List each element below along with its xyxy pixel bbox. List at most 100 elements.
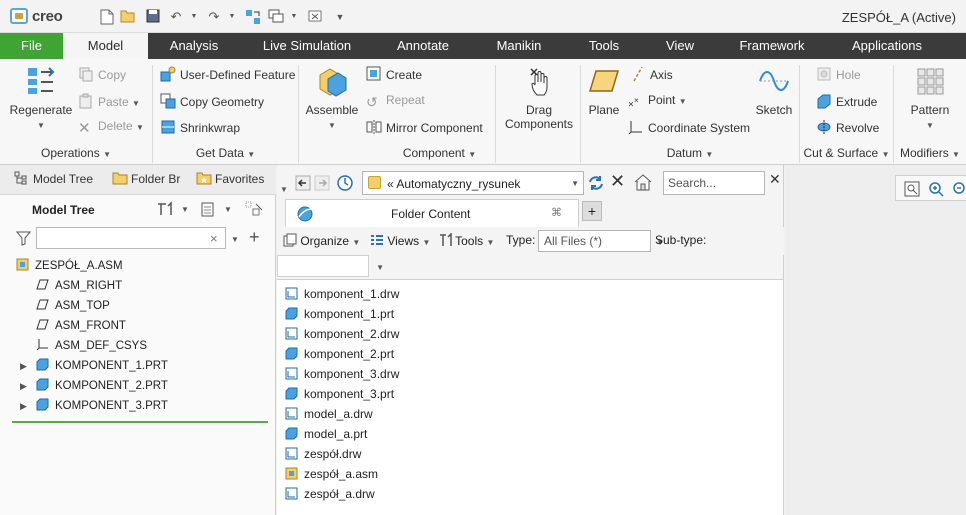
tree-item-asm-def-csys[interactable]: ASM_DEF_CSYS bbox=[36, 336, 147, 356]
redo-dropdown-icon[interactable]: ▼ bbox=[224, 9, 240, 25]
delete-dropdown-icon[interactable]: ▼ bbox=[136, 123, 144, 132]
back-icon[interactable] bbox=[295, 175, 311, 194]
tree-item-assembly-root[interactable]: ZESPÓŁ_A.ASM bbox=[16, 256, 123, 276]
filter-funnel-icon[interactable] bbox=[15, 231, 32, 249]
nav-tab-folder-browser[interactable]: Folder Br bbox=[112, 171, 180, 186]
revolve-button[interactable]: Revolve bbox=[816, 119, 879, 135]
regenerate-icon[interactable] bbox=[245, 9, 261, 25]
history-icon[interactable] bbox=[336, 174, 354, 195]
home-icon[interactable] bbox=[633, 173, 653, 194]
undo-dropdown-icon[interactable]: ▼ bbox=[186, 9, 202, 25]
tab-analysis[interactable]: Analysis bbox=[160, 33, 228, 59]
file-list-item[interactable]: model_a.drw bbox=[285, 404, 373, 424]
stop-icon[interactable]: ✕ bbox=[610, 171, 625, 192]
open-icon[interactable] bbox=[120, 9, 136, 25]
tree-item-komponent-1[interactable]: KOMPONENT_1.PRT bbox=[36, 356, 168, 376]
tab-view[interactable]: View bbox=[658, 33, 702, 59]
paste-dropdown-icon[interactable]: ▼ bbox=[132, 99, 140, 108]
group-component-label[interactable]: Component ▼ bbox=[299, 146, 580, 160]
delete-button[interactable]: ✕ Delete ▼ bbox=[78, 119, 144, 137]
tab-model[interactable]: Model bbox=[63, 33, 148, 59]
zoom-in-icon[interactable] bbox=[928, 181, 944, 200]
show-options-dropdown-icon[interactable]: ▼ bbox=[224, 205, 232, 214]
tree-item-komponent-3[interactable]: KOMPONENT_3.PRT bbox=[36, 396, 168, 416]
shrinkwrap-button[interactable]: Shrinkwrap bbox=[160, 119, 240, 135]
file-list-item[interactable]: komponent_3.prt bbox=[285, 384, 394, 404]
tools-menu[interactable]: Tools ▼ bbox=[438, 232, 494, 248]
address-dropdown-icon[interactable]: ▼ bbox=[571, 179, 579, 188]
file-list-item[interactable]: zespół_a.asm bbox=[285, 464, 378, 484]
organize-menu[interactable]: Organize ▼ bbox=[283, 233, 360, 248]
add-filter-icon[interactable]: + bbox=[249, 227, 260, 248]
windows-dropdown-icon[interactable]: ▼ bbox=[286, 9, 302, 25]
sketch-button[interactable]: Sketch bbox=[752, 65, 796, 117]
tab-manikin[interactable]: Manikin bbox=[490, 33, 548, 59]
hole-button[interactable]: Hole bbox=[816, 66, 861, 82]
copy-geometry-button[interactable]: Copy Geometry bbox=[160, 93, 264, 109]
tab-file[interactable]: File bbox=[0, 33, 63, 59]
new-icon[interactable] bbox=[99, 9, 115, 25]
tab-annotate[interactable]: Annotate bbox=[390, 33, 456, 59]
file-list-item[interactable]: zespół_a.drw bbox=[285, 484, 375, 504]
pattern-button[interactable]: Pattern ▼ bbox=[902, 65, 958, 131]
point-button[interactable]: ×× Point ▼ bbox=[628, 93, 687, 111]
forward-icon[interactable] bbox=[314, 175, 330, 194]
file-list-item[interactable]: komponent_1.prt bbox=[285, 304, 394, 324]
tree-filter-input[interactable] bbox=[36, 227, 226, 249]
paste-button[interactable]: Paste ▼ bbox=[78, 93, 140, 109]
show-options-icon[interactable] bbox=[200, 201, 216, 220]
windows-icon[interactable] bbox=[268, 9, 284, 25]
tab-live-simulation[interactable]: Live Simulation bbox=[258, 33, 356, 59]
file-list-item[interactable]: komponent_2.prt bbox=[285, 344, 394, 364]
assemble-button[interactable]: Assemble ▼ bbox=[304, 65, 360, 131]
expand-arrow-icon[interactable]: ▶ bbox=[20, 361, 27, 372]
group-modifiers-label[interactable]: Modifiers ▼ bbox=[894, 146, 966, 160]
subtype-select[interactable]: ▼ bbox=[277, 255, 384, 277]
history-dropdown-icon[interactable]: ▼ bbox=[280, 185, 288, 194]
plane-button[interactable]: Plane bbox=[584, 65, 624, 117]
tree-item-asm-front[interactable]: ASM_FRONT bbox=[36, 316, 126, 336]
tree-columns-icon[interactable] bbox=[245, 201, 263, 220]
mirror-component-button[interactable]: Mirror Component bbox=[366, 119, 483, 135]
folder-content-tab[interactable]: Folder Content ⌘ bbox=[285, 199, 579, 227]
browser-search-input[interactable]: Search... bbox=[663, 171, 765, 195]
expand-arrow-icon[interactable]: ▶ bbox=[20, 401, 27, 412]
regenerate-dropdown-icon[interactable]: ▼ bbox=[37, 121, 45, 130]
close-browser-icon[interactable]: ✕ bbox=[769, 171, 781, 188]
group-datum-label[interactable]: Datum ▼ bbox=[581, 146, 799, 160]
undo-icon[interactable]: ↶ bbox=[168, 9, 184, 25]
file-list-item[interactable]: komponent_3.drw bbox=[285, 364, 399, 384]
subtype-dropdown-icon[interactable]: ▼ bbox=[376, 263, 384, 272]
drag-components-button[interactable]: Drag Components bbox=[500, 65, 578, 131]
tree-settings-dropdown-icon[interactable]: ▼ bbox=[181, 205, 189, 214]
point-dropdown-icon[interactable]: ▼ bbox=[679, 97, 687, 106]
coordinate-system-button[interactable]: Coordinate System bbox=[628, 119, 750, 135]
nav-tab-model-tree[interactable]: Model Tree bbox=[14, 171, 93, 186]
graphics-window[interactable] bbox=[785, 165, 966, 515]
file-list-item[interactable]: komponent_2.drw bbox=[285, 324, 399, 344]
regenerate-button[interactable]: Regenerate ▼ bbox=[8, 65, 74, 131]
save-icon[interactable] bbox=[145, 9, 161, 25]
copy-button[interactable]: Copy bbox=[78, 66, 126, 82]
pattern-dropdown-icon[interactable]: ▼ bbox=[926, 121, 934, 130]
close-window-icon[interactable] bbox=[307, 9, 323, 25]
refresh-icon[interactable] bbox=[587, 174, 605, 195]
zoom-out-icon[interactable] bbox=[952, 181, 966, 200]
tab-applications[interactable]: Applications bbox=[846, 33, 928, 59]
group-operations-label[interactable]: Operations ▼ bbox=[0, 146, 152, 160]
extrude-button[interactable]: Extrude bbox=[816, 93, 877, 109]
file-list-item[interactable]: komponent_1.drw bbox=[285, 284, 399, 304]
group-cut-surface-label[interactable]: Cut & Surface ▼ bbox=[800, 146, 893, 160]
axis-button[interactable]: Axis bbox=[630, 66, 673, 82]
file-list-item[interactable]: zespół.drw bbox=[285, 444, 361, 464]
group-get-data-label[interactable]: Get Data ▼ bbox=[153, 146, 298, 160]
user-defined-feature-button[interactable]: User-Defined Feature bbox=[160, 66, 295, 82]
views-menu[interactable]: Views ▼ bbox=[370, 233, 430, 248]
tree-settings-icon[interactable] bbox=[156, 201, 174, 220]
create-component-button[interactable]: Create bbox=[366, 66, 422, 82]
expand-arrow-icon[interactable]: ▶ bbox=[20, 381, 27, 392]
tree-item-asm-right[interactable]: ASM_RIGHT bbox=[36, 276, 122, 296]
file-list-item[interactable]: model_a.prt bbox=[285, 424, 367, 444]
nav-tab-favorites[interactable]: Favorites bbox=[196, 171, 264, 186]
assemble-dropdown-icon[interactable]: ▼ bbox=[328, 121, 336, 130]
